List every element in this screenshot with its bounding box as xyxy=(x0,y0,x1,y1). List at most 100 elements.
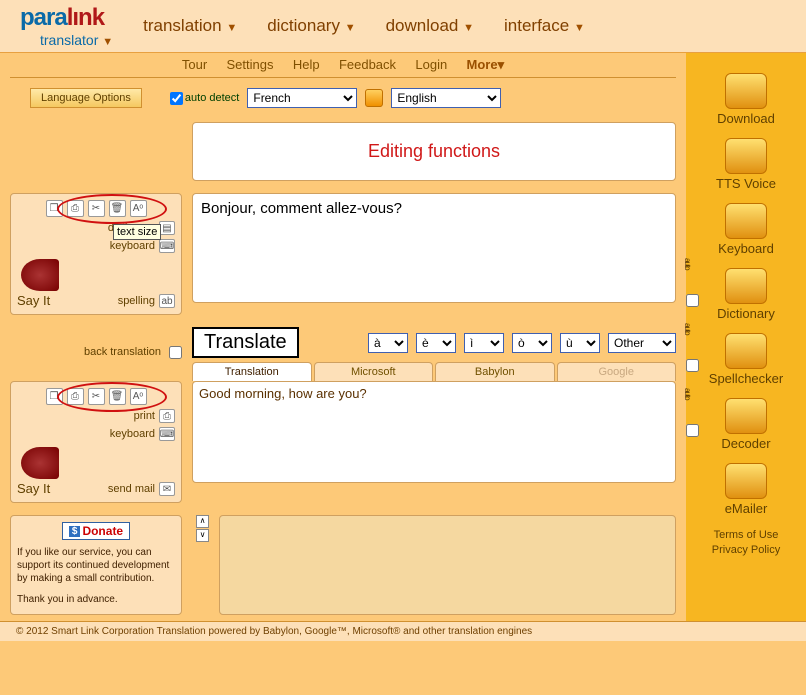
tab-translation[interactable]: Translation xyxy=(192,362,312,381)
logo-link: lınk xyxy=(67,4,104,31)
accent-a-select[interactable]: à xyxy=(368,333,408,353)
text-size-icon[interactable]: Aᵒ xyxy=(130,388,147,405)
keyboard-icon[interactable]: ⌨ xyxy=(159,239,175,253)
link-privacy[interactable]: Privacy Policy xyxy=(686,543,806,558)
language-row: Language Options auto detect French Engl… xyxy=(10,78,676,118)
mail-icon[interactable]: ✉ xyxy=(159,482,175,496)
megaphone-icon[interactable] xyxy=(725,138,767,174)
donate-message: If you like our service, you can support… xyxy=(17,546,175,585)
sidebar: Download TTS Voice Keyboard auto Dictiona… xyxy=(686,53,806,621)
tab-google[interactable]: Google xyxy=(557,362,677,381)
nav-translation[interactable]: translation ▼ xyxy=(143,16,237,36)
auto-dictionary-checkbox[interactable] xyxy=(686,294,699,307)
cut-icon[interactable]: ✂ xyxy=(88,388,105,405)
side-download[interactable]: Download xyxy=(686,111,806,126)
tab-babylon[interactable]: Babylon xyxy=(435,362,555,381)
accent-e-select[interactable]: è xyxy=(416,333,456,353)
scroll-up-button[interactable]: ∧ xyxy=(196,515,209,528)
tooltip-text-size: text size xyxy=(113,224,161,240)
nav-download[interactable]: download ▼ xyxy=(386,16,474,36)
side-keyboard[interactable]: Keyboard xyxy=(686,241,806,256)
link-feedback[interactable]: Feedback xyxy=(339,57,396,72)
text-size-icon[interactable]: Aᵒ xyxy=(130,200,147,217)
main-nav: translation ▼ dictionary ▼ download ▼ in… xyxy=(143,16,585,36)
label-keyboard: keyboard xyxy=(110,428,155,440)
delete-icon[interactable]: 🗑 xyxy=(109,388,126,405)
auto-label: auto xyxy=(683,323,692,335)
label-spelling: spelling xyxy=(118,295,155,307)
label-keyboard: keyboard xyxy=(110,240,155,252)
accent-i-select[interactable]: ì xyxy=(464,333,504,353)
source-text-input[interactable] xyxy=(192,193,676,303)
banner-editing-functions: Editing functions xyxy=(192,122,676,181)
spelling-icon[interactable]: ab xyxy=(159,294,175,308)
side-dictionary[interactable]: Dictionary xyxy=(686,306,806,321)
tab-microsoft[interactable]: Microsoft xyxy=(314,362,434,381)
print-icon[interactable]: ⎙ xyxy=(67,388,84,405)
print-icon[interactable]: ⎙ xyxy=(67,200,84,217)
envelope-icon[interactable] xyxy=(725,463,767,499)
language-options-button[interactable]: Language Options xyxy=(30,88,142,108)
print-icon[interactable]: ⎙ xyxy=(159,409,175,423)
auto-spell-checkbox[interactable] xyxy=(686,359,699,372)
topbar: Tour Settings Help Feedback Login More▾ xyxy=(10,53,676,78)
copy-icon[interactable]: ❐ xyxy=(46,388,63,405)
link-settings[interactable]: Settings xyxy=(227,57,274,72)
header: paralınk translator ▼ translation ▼ dict… xyxy=(0,0,806,53)
extra-results-pane xyxy=(219,515,676,615)
label-back-translation: back translation xyxy=(84,346,161,358)
back-translation-checkbox[interactable] xyxy=(169,346,182,359)
donate-thanks: Thank you in advance. xyxy=(17,593,175,606)
books-icon[interactable] xyxy=(725,268,767,304)
auto-label: auto xyxy=(683,388,692,400)
accent-u-select[interactable]: ù xyxy=(560,333,600,353)
accent-other-select[interactable]: Other xyxy=(608,333,676,353)
link-login[interactable]: Login xyxy=(415,57,447,72)
translate-button[interactable]: Translate xyxy=(192,327,299,358)
to-language-select[interactable]: English xyxy=(391,88,501,108)
chevron-down-icon[interactable]: ▼ xyxy=(102,36,113,48)
keyboard-icon[interactable]: ⌨ xyxy=(159,427,175,441)
dictionary-icon[interactable]: ▤ xyxy=(159,221,175,235)
swap-languages-button[interactable] xyxy=(365,89,383,107)
link-more[interactable]: More▾ xyxy=(467,57,505,72)
source-tools-card: ❐ ⎙ ✂ 🗑 Aᵒ text size dictionary▤ keyboar… xyxy=(10,193,182,315)
say-it-button[interactable]: Say It xyxy=(17,293,59,308)
logo[interactable]: paralınk translator ▼ xyxy=(20,4,113,48)
speaker-icon[interactable] xyxy=(21,447,59,479)
auto-decoder-checkbox[interactable] xyxy=(686,424,699,437)
logo-para: para xyxy=(20,4,67,31)
label-send-mail: send mail xyxy=(108,483,155,495)
notepad-icon[interactable] xyxy=(725,333,767,369)
link-tour[interactable]: Tour xyxy=(182,57,207,72)
cut-icon[interactable]: ✂ xyxy=(88,200,105,217)
side-emailer[interactable]: eMailer xyxy=(686,501,806,516)
scroll-down-button[interactable]: ∨ xyxy=(196,529,209,542)
nav-dictionary[interactable]: dictionary ▼ xyxy=(267,16,355,36)
donate-button[interactable]: $Donate xyxy=(62,522,130,540)
footer-copyright: © 2012 Smart Link Corporation Translatio… xyxy=(0,621,806,641)
target-tools-card: ❐ ⎙ ✂ 🗑 Aᵒ print ⎙ keyboard ⌨ Say It xyxy=(10,381,182,503)
side-spellchecker[interactable]: Spellchecker xyxy=(686,371,806,386)
copy-icon[interactable]: ❐ xyxy=(46,200,63,217)
donate-card: $Donate If you like our service, you can… xyxy=(10,515,182,615)
side-tts[interactable]: TTS Voice xyxy=(686,176,806,191)
delete-icon[interactable]: 🗑 xyxy=(109,200,126,217)
engine-tabs: Translation Microsoft Babylon Google xyxy=(192,362,676,381)
link-help[interactable]: Help xyxy=(293,57,320,72)
download-icon[interactable] xyxy=(725,73,767,109)
say-it-button[interactable]: Say It xyxy=(17,481,59,496)
link-terms[interactable]: Terms of Use xyxy=(686,528,806,543)
from-language-select[interactable]: French xyxy=(247,88,357,108)
auto-detect-checkbox[interactable]: auto detect xyxy=(170,92,239,105)
nav-interface[interactable]: interface ▼ xyxy=(504,16,585,36)
accent-o-select[interactable]: ò xyxy=(512,333,552,353)
speaker-icon[interactable] xyxy=(21,259,59,291)
keyboard-icon[interactable] xyxy=(725,203,767,239)
label-print: print xyxy=(134,410,155,422)
side-decoder[interactable]: Decoder xyxy=(686,436,806,451)
magnifier-icon[interactable] xyxy=(725,398,767,434)
logo-subtitle: translator xyxy=(40,32,98,48)
auto-label: auto xyxy=(683,258,692,270)
target-text-output[interactable]: Good morning, how are you? xyxy=(192,381,676,483)
